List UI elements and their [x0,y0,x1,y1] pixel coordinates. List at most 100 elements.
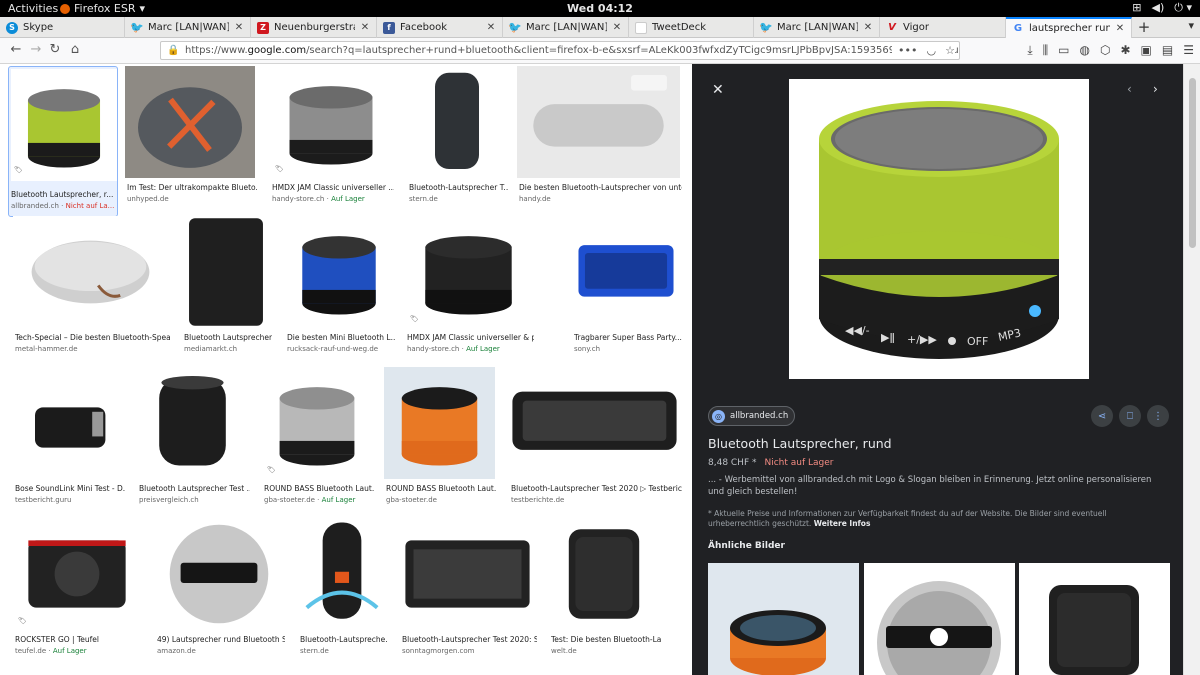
image-result[interactable]: Im Test: Der ultrakompakte Blueto... unhy… [125,66,257,211]
more-info-link[interactable]: Weitere Infos [814,519,871,528]
close-icon[interactable]: ✕ [234,22,244,33]
extension-icon[interactable]: ▣ [1141,43,1152,58]
result-thumbnail[interactable] [384,367,495,479]
result-caption[interactable]: ROUND BASS Bluetooth Laut... [386,484,497,493]
more-icon[interactable]: ••• [898,44,917,57]
scrollbar-thumb[interactable] [1189,78,1196,248]
preview-image[interactable]: ◀◀/- ▶ǁ +/▶▶ OFF MP3 [789,79,1089,379]
image-result[interactable]: 🏷 ROUND BASS Bluetooth Laut... gba-stoeter… [262,367,374,512]
extension-icon[interactable]: ▤ [1162,43,1173,58]
reload-icon[interactable]: ↻ [47,42,63,58]
result-caption[interactable]: Test: Die besten Bluetooth-Lautspr... [551,635,661,644]
similar-image[interactable] [708,563,859,675]
forward-icon[interactable]: → [28,42,44,58]
extension-icon[interactable]: ✱ [1120,43,1130,58]
result-thumbnail[interactable] [137,367,248,479]
similar-image[interactable] [1019,563,1170,675]
tab-twitter-3[interactable]: 🐦 Marc [LAN|WAN]dol ✕ [754,17,880,38]
result-caption[interactable]: Bose SoundLink Mini Test - D... [15,484,125,493]
result-thumbnail[interactable] [509,367,680,479]
extension-icon[interactable]: ⬡ [1100,43,1110,58]
image-result[interactable]: ROUND BASS Bluetooth Laut... gba-stoeter.… [384,367,497,512]
image-result[interactable]: Bluetooth Lautsprecher ... mediamarkt.ch [182,216,272,361]
image-result[interactable]: 🏷 ROCKSTER GO | Teufel teufel.de · Auf Lag… [13,518,141,663]
result-thumbnail[interactable] [125,66,255,178]
tab-skype[interactable]: S Skype [0,17,125,38]
result-thumbnail[interactable] [13,216,168,328]
image-result[interactable]: Tech-Special – Die besten Bluetooth-Spea… [13,216,170,361]
image-result[interactable]: 49) Lautsprecher rund Bluetooth S... amaz… [155,518,285,663]
image-result[interactable]: 🏷 HMDX JAM Classic universeller ... handy-… [270,66,394,211]
result-thumbnail[interactable] [298,518,386,630]
image-result[interactable]: 🏷 HMDX JAM Classic universeller & portabl… [405,216,534,361]
result-caption[interactable]: ROCKSTER GO | Teufel [15,635,143,644]
tab-zeit[interactable]: Z Neuenburgerstrasse ✕ [251,17,377,38]
pocket-icon[interactable]: ◡ [927,44,937,57]
result-caption[interactable]: Im Test: Der ultrakompakte Blueto... [127,183,257,192]
image-result[interactable]: Die besten Bluetooth-Lautsprecher von un… [517,66,682,211]
download-icon[interactable]: ⤓ [1027,43,1032,58]
result-caption[interactable]: Bluetooth-Lautsprecher Test 2020: S... [402,635,537,644]
library-icon[interactable]: ⫼ [1043,43,1049,58]
result-caption[interactable]: Die besten Mini Bluetooth L... [287,333,395,342]
result-thumbnail[interactable] [549,518,659,630]
close-icon[interactable]: ✕ [360,22,370,33]
next-image-icon[interactable]: › [1153,82,1158,96]
close-preview-icon[interactable]: ✕ [712,82,724,98]
result-thumbnail[interactable] [11,69,117,181]
home-icon[interactable]: ⌂ [67,42,83,58]
tab-twitter-1[interactable]: 🐦 Marc [LAN|WAN]dol ✕ [125,17,251,38]
similar-image[interactable] [864,563,1015,675]
page-scrollbar[interactable] [1183,64,1200,675]
result-thumbnail[interactable] [572,216,680,328]
tab-twitter-2[interactable]: 🐦 Marc [LAN|WAN]dol ✕ [503,17,629,38]
result-thumbnail[interactable] [155,518,283,630]
system-tray[interactable]: ⊞ ◀) ⏻ ▾ [1132,1,1192,15]
result-thumbnail[interactable] [182,216,270,328]
image-result[interactable]: Bluetooth-Lautspreche... stern.de [298,518,388,663]
result-thumbnail[interactable] [262,367,372,479]
result-caption[interactable]: Bluetooth Lautsprecher Test ... [139,484,250,493]
result-caption[interactable]: Bluetooth Lautsprecher, r... [11,190,119,199]
sidebar-icon[interactable]: ▭ [1058,43,1069,58]
preview-title[interactable]: Bluetooth Lautsprecher, rund [708,436,892,451]
image-result[interactable]: Bluetooth-Lautsprecher Test 2020: S... so… [400,518,537,663]
result-caption[interactable]: HMDX JAM Classic universeller & portabl.… [407,333,534,342]
result-thumbnail[interactable] [407,66,507,178]
share-icon[interactable]: ⋖ [1091,405,1113,427]
image-result[interactable]: Bose SoundLink Mini Test - D... testberic… [13,367,125,512]
tab-facebook[interactable]: f Facebook ✕ [377,17,503,38]
result-thumbnail[interactable] [400,518,535,630]
extension-icon[interactable]: ◍ [1080,43,1090,58]
result-caption[interactable]: Bluetooth-Lautsprecher Test 2020 ▷ Testb… [511,484,682,493]
result-caption[interactable]: Tech-Special – Die besten Bluetooth-Spea… [15,333,170,342]
save-bookmark-icon[interactable]: ⎕ [1119,405,1141,427]
result-caption[interactable]: Die besten Bluetooth-Lautsprecher von un… [519,183,682,192]
image-result[interactable]: Tragbarer Super Bass Party... sony.ch [572,216,682,361]
result-caption[interactable]: Tragbarer Super Bass Party... [574,333,682,342]
result-caption[interactable]: Bluetooth-Lautspreche... [300,635,388,644]
result-caption[interactable]: 49) Lautsprecher rund Bluetooth S... [157,635,285,644]
result-caption[interactable]: Bluetooth Lautsprecher ... [184,333,272,342]
back-icon[interactable]: ← [8,42,24,58]
menu-icon[interactable]: ☰ [1183,43,1194,58]
result-caption[interactable]: HMDX JAM Classic universeller ... [272,183,394,192]
close-icon[interactable]: ✕ [863,22,873,33]
close-icon[interactable]: ✕ [612,22,622,33]
image-result[interactable]: Bluetooth-Lautsprecher T... stern.de [407,66,509,211]
close-icon[interactable]: ✕ [486,22,496,33]
tab-google-search[interactable]: G lautsprecher rund blu ✕ [1006,17,1132,38]
result-thumbnail[interactable] [285,216,393,328]
result-thumbnail[interactable] [13,518,141,630]
previous-image-icon[interactable]: ‹ [1127,82,1132,96]
close-icon[interactable]: ✕ [1115,23,1125,34]
result-thumbnail[interactable] [517,66,680,178]
url-bar[interactable]: 🔒 https://www.google.com/search?q=lautsp… [160,41,960,60]
tab-tweetdeck[interactable]: TweetDeck [629,17,754,38]
clock[interactable]: Wed 04:12 [0,2,1200,15]
result-caption[interactable]: Bluetooth-Lautsprecher T... [409,183,509,192]
bookmark-star-icon[interactable]: ☆ [945,44,955,57]
result-caption[interactable]: ROUND BASS Bluetooth Laut... [264,484,374,493]
tab-vigor[interactable]: V Vigor [880,17,1006,38]
image-result[interactable]: Test: Die besten Bluetooth-Lautspr... wel… [549,518,661,663]
